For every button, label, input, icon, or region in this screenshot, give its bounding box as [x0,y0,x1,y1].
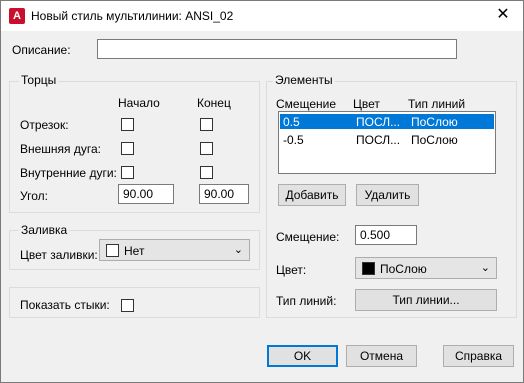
element-color-dropdown[interactable]: ПоСлою ⌄ [355,257,497,279]
caps-angle-end-input[interactable]: 90.00 [199,184,249,204]
caps-start-header: Начало [118,96,160,110]
element-offset-cell: -0.5 [283,133,304,147]
element-offset-input[interactable]: 0.500 [355,225,417,245]
element-offset-label: Смещение: [276,230,340,244]
element-color-swatch [362,262,375,275]
window-title: Новый стиль мультилинии: ANSI_02 [31,9,234,23]
fill-color-swatch [106,244,119,257]
elements-header-linetype: Тип линий [408,97,466,111]
element-color-cell: ПОСЛ... [356,115,401,129]
elements-header-offset: Смещение [276,97,337,111]
delete-element-button[interactable]: Удалить [356,184,419,206]
description-label: Описание: [12,43,71,57]
caps-line-end-checkbox[interactable] [200,118,213,131]
ok-button[interactable]: OK [267,345,338,367]
elements-header-color: Цвет [353,97,380,111]
caps-outer-arc-start-checkbox[interactable] [121,142,134,155]
close-button[interactable]: ✕ [491,5,515,25]
caps-end-header: Конец [197,96,231,110]
title-bar: A Новый стиль мультилинии: ANSI_02 ✕ [1,1,523,31]
multiline-style-dialog: A Новый стиль мультилинии: ANSI_02 ✕ Опи… [0,0,524,383]
chevron-down-icon: ⌄ [480,262,490,274]
description-input[interactable] [97,39,457,59]
fill-group-title: Заливка [19,223,70,237]
element-color-label: Цвет: [276,263,307,277]
add-element-button[interactable]: Добавить [278,184,346,206]
caps-angle-start-input[interactable]: 90.00 [118,184,174,204]
caps-inner-arcs-label: Внутренние дуги: [20,166,117,180]
linetype-button[interactable]: Тип линии... [355,289,497,311]
cancel-button[interactable]: Отмена [346,345,417,367]
fill-color-label: Цвет заливки: [20,248,98,262]
element-color-cell: ПОСЛ... [356,133,401,147]
fill-color-dropdown[interactable]: Нет ⌄ [99,239,250,261]
caps-group-title: Торцы [19,73,59,87]
show-joints-checkbox[interactable] [121,299,134,312]
caps-angle-label: Угол: [20,189,48,203]
caps-outer-arc-end-checkbox[interactable] [200,142,213,155]
autocad-app-icon: A [9,8,25,24]
elements-group-title: Элементы [273,73,335,87]
element-linetype-cell: ПоСлою [411,133,458,147]
help-button[interactable]: Справка [443,345,514,367]
element-offset-cell: 0.5 [283,115,300,129]
element-linetype-cell: ПоСлою [411,115,458,129]
show-joints-label: Показать стыки: [20,298,110,312]
caps-inner-arcs-start-checkbox[interactable] [121,166,134,179]
caps-line-label: Отрезок: [20,118,69,132]
caps-line-start-checkbox[interactable] [121,118,134,131]
fill-color-value: Нет [124,244,145,258]
caps-outer-arc-label: Внешняя дуга: [20,142,102,156]
element-linetype-label: Тип линий: [276,294,337,308]
chevron-down-icon: ⌄ [233,244,243,256]
caps-inner-arcs-end-checkbox[interactable] [200,166,213,179]
element-color-value: ПоСлою [380,262,427,276]
